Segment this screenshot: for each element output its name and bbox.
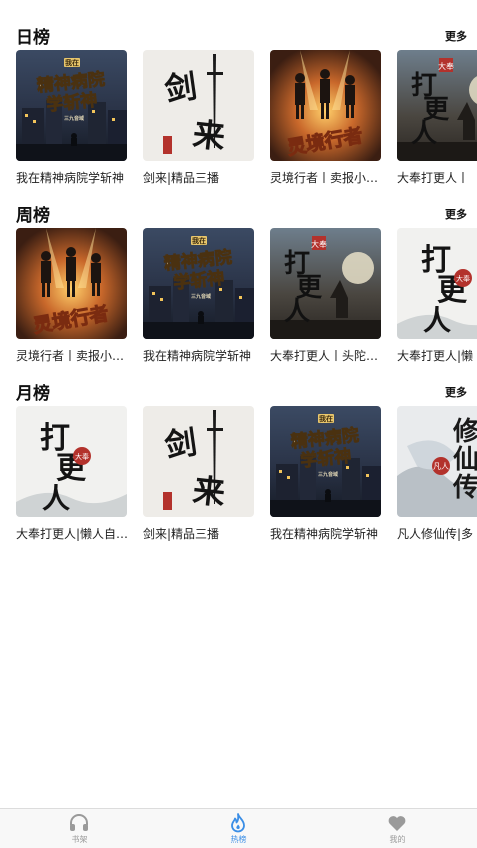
- book-title[interactable]: 大奉打更人|懒人自…: [16, 525, 136, 543]
- book-title[interactable]: 我在精神病院学斩神: [16, 169, 136, 187]
- svg-text:来: 来: [191, 471, 227, 512]
- section-title: 日榜: [16, 28, 50, 48]
- book-cover[interactable]: 剑 来: [143, 406, 254, 517]
- cover-art: 修仙传 凡人: [397, 406, 477, 517]
- tab-hot-ranking[interactable]: 热榜: [159, 809, 318, 848]
- book-cover[interactable]: 我在 精神病院 学斩神 三九音域: [270, 406, 381, 517]
- bottom-tab-bar: 书架 热榜 我的: [0, 808, 477, 848]
- svg-text:大奉: 大奉: [75, 452, 89, 461]
- tab-label: 热榜: [230, 835, 247, 844]
- flame-icon: [227, 812, 249, 834]
- svg-text:三九音域: 三九音域: [191, 293, 211, 300]
- svg-text:人: 人: [423, 304, 451, 337]
- svg-text:我在: 我在: [192, 236, 206, 245]
- heart-icon: [386, 812, 408, 834]
- book-card[interactable]: 剑 来 剑来|精品三播: [143, 50, 261, 196]
- svg-text:三九音域: 三九音域: [64, 115, 84, 122]
- svg-text:人: 人: [42, 482, 70, 515]
- svg-text:三九音域: 三九音域: [318, 471, 338, 478]
- cover-art: 打更人 大奉: [397, 228, 477, 339]
- book-cover[interactable]: 打更人 大奉: [270, 228, 381, 339]
- cover-art: 我在 精神病院 学斩神 三九音域: [270, 406, 381, 517]
- book-card[interactable]: 我在 精神病院 学斩神 三九音域 我在精神病院学斩神: [16, 50, 134, 196]
- svg-text:大奉: 大奉: [438, 61, 454, 71]
- book-title[interactable]: 大奉打更人丨: [397, 169, 477, 187]
- ranking-section-monthly: 月榜 更多 打更人 大奉 大奉打更人|懒人自… 剑 来 剑来|精品三播 我在 精…: [0, 382, 477, 552]
- svg-text:大奉: 大奉: [311, 239, 327, 249]
- book-card[interactable]: 打更人 大奉 大奉打更人|懒人自…: [16, 406, 134, 552]
- cover-art: 打更人 大奉: [16, 406, 127, 517]
- book-title[interactable]: 剑来|精品三播: [143, 525, 263, 543]
- book-carousel[interactable]: 我在 精神病院 学斩神 三九音域 我在精神病院学斩神 剑 来 剑来|精品三播 灵…: [0, 50, 477, 196]
- svg-text:来: 来: [191, 115, 227, 156]
- cover-art: 打更人 大奉: [397, 50, 477, 161]
- book-cover[interactable]: 我在 精神病院 学斩神 三九音域: [143, 228, 254, 339]
- book-title[interactable]: 剑来|精品三播: [143, 169, 263, 187]
- book-card[interactable]: 打更人 大奉 大奉打更人丨头陀…: [270, 228, 388, 374]
- hot-ranking-page: 日榜 更多 我在 精神病院 学斩神 三九音域 我在精神病院学斩神 剑 来 剑来|…: [0, 0, 477, 848]
- section-header: 日榜 更多: [0, 26, 477, 50]
- book-cover[interactable]: 我在 精神病院 学斩神 三九音域: [16, 50, 127, 161]
- cover-art: 剑 来: [143, 50, 254, 161]
- cover-art: 打更人 大奉: [270, 228, 381, 339]
- tab-mine[interactable]: 我的: [318, 809, 477, 848]
- cover-art: 我在 精神病院 学斩神 三九音域: [16, 50, 127, 161]
- tab-label: 我的: [389, 835, 406, 844]
- section-title: 月榜: [16, 384, 50, 404]
- book-title[interactable]: 我在精神病院学斩神: [270, 525, 390, 543]
- headphones-icon: [68, 812, 90, 834]
- book-card[interactable]: 修仙传 凡人 凡人修仙传|多: [397, 406, 477, 552]
- book-title[interactable]: 大奉打更人丨头陀…: [270, 347, 390, 365]
- svg-text:人: 人: [411, 119, 437, 149]
- book-title[interactable]: 灵境行者丨卖报小…: [270, 169, 390, 187]
- ranking-section-weekly: 周榜 更多 灵境行者 灵境行者丨卖报小… 我在 精神病院 学斩神 三九音域 我在…: [0, 204, 477, 374]
- tab-bookshelf[interactable]: 书架: [0, 809, 159, 848]
- book-title[interactable]: 我在精神病院学斩神: [143, 347, 263, 365]
- book-cover[interactable]: 灵境行者: [270, 50, 381, 161]
- svg-text:剑: 剑: [162, 423, 199, 465]
- section-header: 周榜 更多: [0, 204, 477, 228]
- book-card[interactable]: 打更人 大奉 大奉打更人|懒: [397, 228, 477, 374]
- book-cover[interactable]: 打更人 大奉: [397, 228, 477, 339]
- book-card[interactable]: 灵境行者 灵境行者丨卖报小…: [270, 50, 388, 196]
- section-header: 月榜 更多: [0, 382, 477, 406]
- book-cover[interactable]: 打更人 大奉: [16, 406, 127, 517]
- more-link[interactable]: 更多: [445, 385, 467, 401]
- book-cover[interactable]: 打更人 大奉: [397, 50, 477, 161]
- book-carousel[interactable]: 打更人 大奉 大奉打更人|懒人自… 剑 来 剑来|精品三播 我在 精神病院 学斩…: [0, 406, 477, 552]
- book-cover[interactable]: 灵境行者: [16, 228, 127, 339]
- book-card[interactable]: 我在 精神病院 学斩神 三九音域 我在精神病院学斩神: [270, 406, 388, 552]
- cover-art: 剑 来: [143, 406, 254, 517]
- svg-text:大奉: 大奉: [456, 274, 470, 283]
- svg-text:凡人: 凡人: [433, 462, 449, 471]
- book-title[interactable]: 灵境行者丨卖报小…: [16, 347, 136, 365]
- svg-text:传: 传: [452, 473, 477, 503]
- ranking-section-daily: 日榜 更多 我在 精神病院 学斩神 三九音域 我在精神病院学斩神 剑 来 剑来|…: [0, 26, 477, 196]
- cover-art: 灵境行者: [16, 228, 127, 339]
- book-card[interactable]: 打更人 大奉 大奉打更人丨: [397, 50, 477, 196]
- cover-art: 灵境行者: [270, 50, 381, 161]
- tab-label: 书架: [71, 835, 88, 844]
- svg-text:我在: 我在: [319, 414, 333, 423]
- svg-text:仙: 仙: [453, 445, 477, 475]
- book-card[interactable]: 灵境行者 灵境行者丨卖报小…: [16, 228, 134, 374]
- cover-art: 我在 精神病院 学斩神 三九音域: [143, 228, 254, 339]
- svg-text:我在: 我在: [65, 58, 79, 67]
- book-title[interactable]: 凡人修仙传|多: [397, 525, 477, 543]
- svg-text:人: 人: [284, 297, 310, 327]
- more-link[interactable]: 更多: [445, 29, 467, 45]
- section-title: 周榜: [16, 206, 50, 226]
- book-carousel[interactable]: 灵境行者 灵境行者丨卖报小… 我在 精神病院 学斩神 三九音域 我在精神病院学斩…: [0, 228, 477, 374]
- book-card[interactable]: 剑 来 剑来|精品三播: [143, 406, 261, 552]
- more-link[interactable]: 更多: [445, 207, 467, 223]
- book-title[interactable]: 大奉打更人|懒: [397, 347, 477, 365]
- svg-text:修: 修: [452, 416, 477, 447]
- book-card[interactable]: 我在 精神病院 学斩神 三九音域 我在精神病院学斩神: [143, 228, 261, 374]
- svg-text:剑: 剑: [162, 67, 199, 109]
- book-cover[interactable]: 剑 来: [143, 50, 254, 161]
- book-cover[interactable]: 修仙传 凡人: [397, 406, 477, 517]
